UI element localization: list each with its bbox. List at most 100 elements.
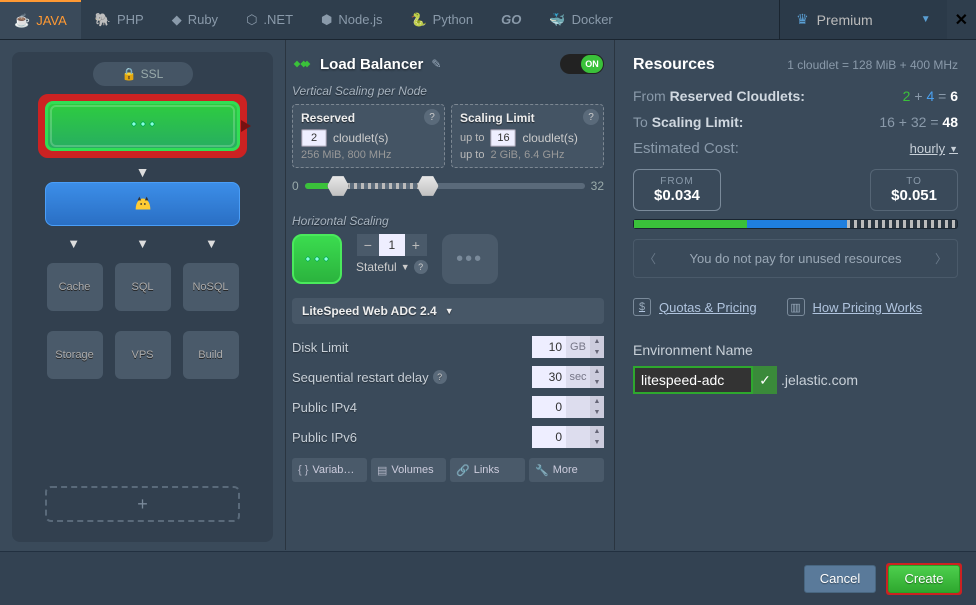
node-title: Load Balancer <box>320 56 423 73</box>
prev-tip-icon[interactable]: 〈 <box>644 250 656 267</box>
region-select[interactable]: ♛ Premium ▼ <box>779 0 946 39</box>
disk-limit-label: Disk Limit <box>292 340 348 355</box>
hs-add-node[interactable]: ••• <box>442 234 498 284</box>
reserved-card: ? Reserved 2cloudlet(s) 256 MiB, 800 MHz <box>292 104 445 168</box>
go-icon: GO <box>501 12 521 27</box>
chevron-down-icon: ▼ <box>921 14 931 25</box>
arrow-down-icon: ▼ <box>136 164 150 180</box>
estimated-cost-label: Estimated Cost: <box>633 140 739 157</box>
hs-count: 1 <box>379 234 405 256</box>
restart-delay-label: Sequential restart delay? <box>292 370 447 385</box>
lb-toggle[interactable]: ON <box>560 54 604 74</box>
help-icon[interactable]: ? <box>414 260 428 274</box>
node-config-panel: Load Balancer ✎ ON Vertical Scaling per … <box>285 40 615 550</box>
nosql-node[interactable]: NoSQL <box>183 263 239 311</box>
tab-php[interactable]: 🐘PHP <box>81 0 158 39</box>
disk-limit-input[interactable]: 10GB▲▼ <box>532 336 604 358</box>
tab-docker[interactable]: 🐳Docker <box>535 0 626 39</box>
language-tabs: ☕JAVA 🐘PHP ◆Ruby ⬡.NET ⬢Node.js 🐍Python … <box>0 0 976 40</box>
diamonds-icon <box>130 117 156 135</box>
links-button[interactable]: 🔗Links <box>450 458 525 482</box>
braces-icon: { } <box>298 464 308 476</box>
cost-period-select[interactable]: hourly▼ <box>910 141 958 156</box>
build-node[interactable]: Build <box>183 331 239 379</box>
hs-minus[interactable]: − <box>357 234 379 256</box>
cache-node[interactable]: Cache <box>47 263 103 311</box>
wrench-icon: 🔧 <box>535 464 549 477</box>
quotas-link[interactable]: $Quotas & Pricing <box>633 298 757 316</box>
tab-ruby[interactable]: ◆Ruby <box>158 0 232 39</box>
ssl-toggle[interactable]: 🔒SSL <box>93 62 193 86</box>
restart-delay-input[interactable]: 30sec▲▼ <box>532 366 604 388</box>
create-button[interactable]: Create <box>888 565 960 593</box>
crown-icon: ♛ <box>796 11 809 28</box>
add-layer-button[interactable]: + <box>45 486 240 522</box>
env-domain: .jelastic.com <box>777 372 858 388</box>
env-name-input[interactable] <box>633 366 753 394</box>
tab-python[interactable]: 🐍Python <box>396 0 487 39</box>
sql-node[interactable]: SQL <box>115 263 171 311</box>
env-name-label: Environment Name <box>633 342 958 358</box>
pencil-icon[interactable]: ✎ <box>431 57 441 71</box>
tomcat-icon <box>132 193 154 215</box>
cost-progress <box>633 219 958 229</box>
ipv6-input[interactable]: 0▲▼ <box>532 426 604 448</box>
cancel-button[interactable]: Cancel <box>804 565 876 593</box>
slider-thumb-reserved[interactable] <box>327 175 349 197</box>
scaling-mode-select[interactable]: Stateful▼? <box>356 260 428 274</box>
python-icon: 🐍 <box>410 12 426 28</box>
diamonds-icon <box>292 54 312 74</box>
limit-input[interactable]: 16 <box>490 129 516 147</box>
resources-panel: Resources 1 cloudlet = 128 MiB + 400 MHz… <box>615 40 976 550</box>
php-icon: 🐘 <box>95 12 111 28</box>
scaling-limit-card: ? Scaling Limit up to16cloudlet(s) up to… <box>451 104 604 168</box>
dialog-footer: Cancel Create <box>0 551 976 605</box>
vps-node[interactable]: VPS <box>115 331 171 379</box>
help-icon[interactable]: ? <box>424 109 440 125</box>
vertical-scaling-label: Vertical Scaling per Node <box>292 84 604 98</box>
app-server-node[interactable] <box>45 182 240 226</box>
help-icon[interactable]: ? <box>583 109 599 125</box>
region-label: Premium <box>817 12 873 28</box>
cloudlet-definition: 1 cloudlet = 128 MiB + 400 MHz <box>787 58 958 72</box>
hs-stepper[interactable]: − 1 + <box>357 234 427 256</box>
variables-button[interactable]: { }Variab… <box>292 458 367 482</box>
tab-dotnet[interactable]: ⬡.NET <box>232 0 307 39</box>
hs-node-icon <box>292 234 342 284</box>
close-icon[interactable]: ✕ <box>947 10 976 30</box>
reserved-input[interactable]: 2 <box>301 129 327 147</box>
help-icon[interactable]: ? <box>433 370 447 384</box>
lock-icon: 🔒 <box>122 67 137 81</box>
pricing-link[interactable]: ▥How Pricing Works <box>787 298 923 316</box>
pricing-tip: You do not pay for unused resources <box>690 251 902 266</box>
tab-node[interactable]: ⬢Node.js <box>307 0 396 39</box>
horizontal-scaling-label: Horizontal Scaling <box>292 214 604 228</box>
ipv4-input[interactable]: 0▲▼ <box>532 396 604 418</box>
disk-icon: ▤ <box>377 464 387 477</box>
dotnet-icon: ⬡ <box>246 12 257 28</box>
branch-arrows: ▼▼▼ <box>67 236 218 251</box>
volumes-button[interactable]: ▤Volumes <box>371 458 446 482</box>
resources-title: Resources <box>633 56 715 74</box>
check-icon: ✓ <box>753 366 777 394</box>
next-tip-icon[interactable]: 〉 <box>935 250 947 267</box>
stack-select[interactable]: LiteSpeed Web ADC 2.4▼ <box>292 298 604 324</box>
ipv4-label: Public IPv4 <box>292 400 357 415</box>
cloudlet-slider[interactable]: 0 32 <box>292 174 604 198</box>
chevron-down-icon: ▼ <box>445 306 454 316</box>
link-icon: 🔗 <box>456 464 470 477</box>
ruby-icon: ◆ <box>172 12 182 28</box>
chevron-down-icon: ▼ <box>401 262 410 272</box>
dollar-icon: $ <box>633 298 651 316</box>
tab-go[interactable]: GO <box>487 0 535 39</box>
hs-plus[interactable]: + <box>405 234 427 256</box>
more-button[interactable]: 🔧More <box>529 458 604 482</box>
ipv6-label: Public IPv6 <box>292 430 357 445</box>
tab-java[interactable]: ☕JAVA <box>0 0 81 39</box>
document-icon: ▥ <box>787 298 805 316</box>
lb-node-selected[interactable] <box>38 94 247 158</box>
storage-node[interactable]: Storage <box>47 331 103 379</box>
slider-thumb-limit[interactable] <box>417 175 439 197</box>
docker-icon: 🐳 <box>549 12 565 28</box>
cost-from-box: FROM $0.034 <box>633 169 721 211</box>
